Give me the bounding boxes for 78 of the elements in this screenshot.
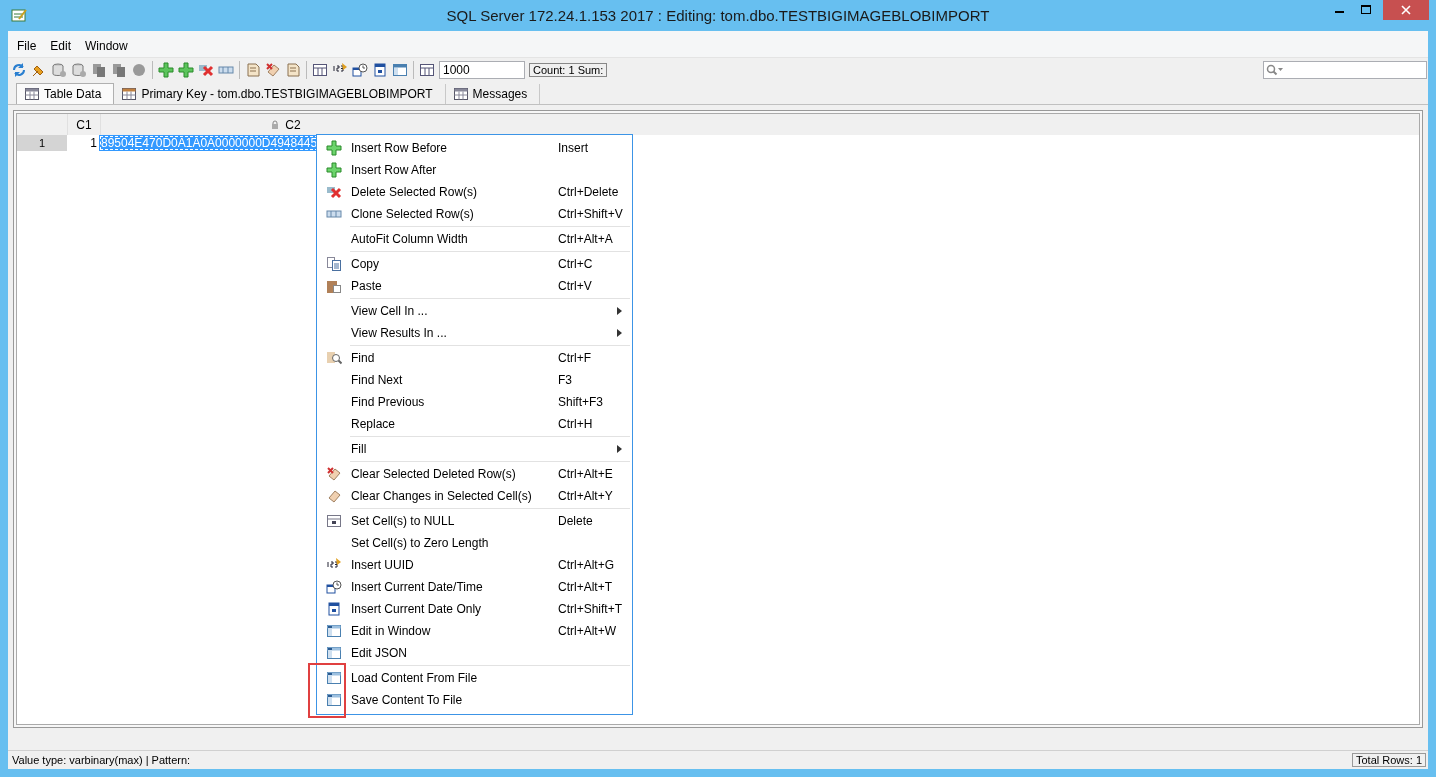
calendar-icon [326,601,342,617]
row-count: Total Rows: 1 [1351,753,1426,767]
menu-item[interactable]: File [10,39,44,53]
eraser-icon [326,466,342,482]
menu-item[interactable]: Load Content From File [317,667,632,689]
document-icon[interactable] [245,62,261,78]
window-icon [326,645,342,661]
menu-item[interactable]: View Cell In ... [317,300,632,322]
window-icon [326,692,342,708]
database-icon[interactable] [71,62,87,78]
window-icon [326,623,342,639]
window-icon [326,670,342,686]
database-icon[interactable] [51,62,67,78]
app-icon [11,7,27,23]
table-cell[interactable]: 1 [67,135,99,151]
menu-item[interactable]: Replace Ctrl+H [317,413,632,435]
copy-icon [326,256,342,272]
table-icon [122,87,137,101]
menu-item[interactable]: Edit [43,39,79,53]
tab[interactable]: Messages [445,84,541,104]
menu-item[interactable]: Delete Selected Row(s) Ctrl+Delete [317,181,632,203]
menu-item[interactable]: Clone Selected Row(s) Ctrl+Shift+V [317,203,632,225]
lock-icon [271,119,280,130]
eraser-icon[interactable] [265,62,281,78]
copy-icon[interactable] [111,62,127,78]
calendar-clock-icon [326,579,342,595]
maximize-icon [1361,5,1371,15]
menu-item[interactable]: Find Previous Shift+F3 [317,391,632,413]
copy-icon[interactable] [91,62,107,78]
menu-item[interactable]: Insert Current Date/Time Ctrl+Alt+T [317,576,632,598]
menu-item[interactable]: Edit JSON [317,642,632,664]
menu-item[interactable]: Insert Current Date Only Ctrl+Shift+T [317,598,632,620]
calendar-icon [453,87,468,101]
tab[interactable]: Table Data [16,83,115,104]
delete-row-icon[interactable] [198,62,214,78]
menu-item[interactable]: View Results In ... [317,322,632,344]
menu-item[interactable]: Copy Ctrl+C [317,253,632,275]
search-icon [1266,64,1284,76]
plus-icon [326,162,342,178]
window-icon[interactable] [392,62,408,78]
table-icon [25,87,39,101]
grid-icon[interactable] [312,62,328,78]
calendar-clock-icon[interactable] [352,62,368,78]
menu-item[interactable]: Paste Ctrl+V [317,275,632,297]
delete-row-icon [326,184,342,200]
menu-item[interactable]: AutoFit Column Width Ctrl+Alt+A [317,228,632,250]
tab[interactable]: Primary Key - tom.dbo.TESTBIGIMAGEBLOBIMPORT [114,84,446,104]
eraser-icon [326,488,342,504]
menu-item[interactable]: Find Next F3 [317,369,632,391]
plus-icon [326,140,342,156]
menu-item[interactable]: Fill [317,438,632,460]
search-field[interactable] [1263,61,1427,79]
summary-label: Count: 1 Sum: [529,63,608,77]
refresh-icon[interactable] [11,62,27,78]
menu-item[interactable]: Save Content To File [317,689,632,711]
stop-icon[interactable] [131,62,147,78]
magnifier-icon [326,350,342,366]
window-title: SQL Server 172.24.1.153 2017 : Editing: tom.dbo.TESTBIGIMAGEBLOBIMPORT [445,7,991,24]
menu-item[interactable]: Edit in Window Ctrl+Alt+W [317,620,632,642]
menu-item[interactable]: Clear Changes in Selected Cell(s) Ctrl+Alt+Y [317,485,632,507]
row-limit-field[interactable]: 1000 [439,61,525,79]
plus-icon[interactable] [178,62,194,78]
calendar-icon[interactable] [372,62,388,78]
status-text: Value type: varbinary(max) | Pattern: [12,754,191,766]
grid-icon [326,513,342,529]
menu-item[interactable]: Window [78,39,135,53]
menu-item[interactable]: Insert Row After [317,159,632,181]
document-icon[interactable] [285,62,301,78]
row-number: 1 [17,135,67,151]
plus-icon[interactable] [158,62,174,78]
menu-item[interactable]: Set Cell(s) to Zero Length [317,532,632,554]
clipboard-icon [326,278,342,294]
menu-item[interactable]: Set Cell(s) to NULL Delete [317,510,632,532]
grid-icon[interactable] [419,62,435,78]
menu-item[interactable]: Clear Selected Deleted Row(s) Ctrl+Alt+E [317,463,632,485]
close-icon [1401,5,1411,15]
menu-item[interactable]: Insert UUID Ctrl+Alt+G [317,554,632,576]
menu-item[interactable]: Find Ctrl+F [317,347,632,369]
